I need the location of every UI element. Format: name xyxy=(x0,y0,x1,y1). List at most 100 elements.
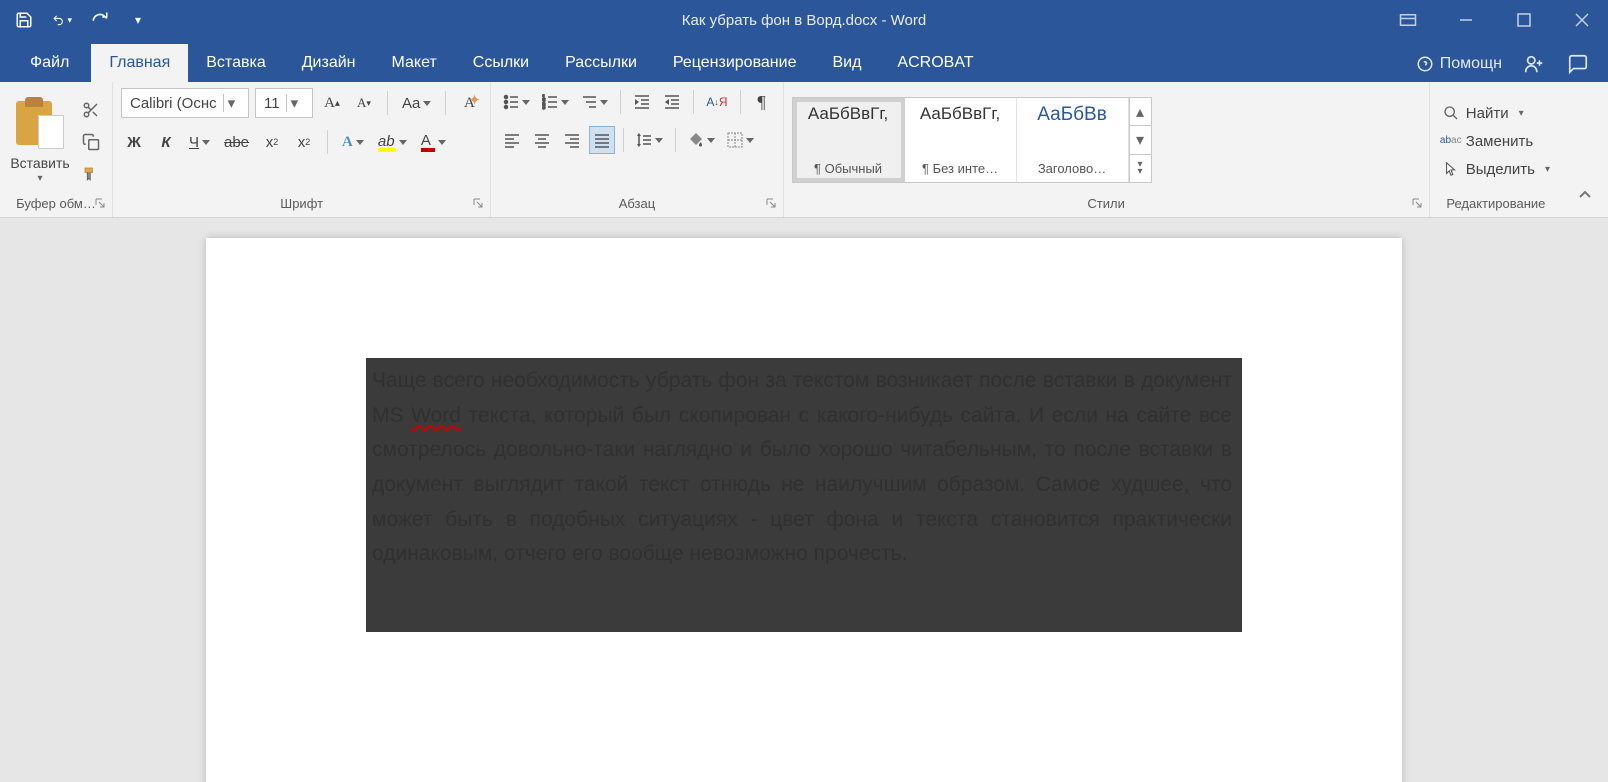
group-styles-label: Стили xyxy=(792,192,1421,217)
save-button[interactable] xyxy=(14,10,34,30)
paste-icon xyxy=(16,97,64,149)
styles-expand[interactable]: ▾▾ xyxy=(1130,155,1151,182)
qat-customize-button[interactable]: ▾ xyxy=(128,10,148,30)
comments-button[interactable] xyxy=(1566,52,1590,76)
style-name: ¶ Без инте… xyxy=(911,161,1010,176)
window-title: Как убрать фон в Ворд.docx - Word xyxy=(682,12,926,29)
cursor-icon xyxy=(1442,160,1460,178)
search-icon xyxy=(1442,104,1460,122)
document-text[interactable]: Чаще всего необходимость убрать фон за т… xyxy=(366,358,1242,632)
ribbon: Вставить ▾ Буфер обм… xyxy=(0,82,1608,218)
bullets-button[interactable] xyxy=(499,88,534,116)
style-no-spacing[interactable]: АаБбВвГг, ¶ Без инте… xyxy=(905,98,1017,182)
replace-button[interactable]: abac Заменить xyxy=(1438,130,1554,152)
select-button[interactable]: Выделить ▾ xyxy=(1438,158,1554,180)
italic-button[interactable]: К xyxy=(153,128,179,156)
ribbon-tab-bar: Файл Главная Вставка Дизайн Макет Ссылки… xyxy=(0,40,1608,82)
replace-label: Заменить xyxy=(1466,133,1533,150)
justify-button[interactable] xyxy=(589,126,615,154)
collapse-ribbon-button[interactable] xyxy=(1572,181,1598,209)
tab-home[interactable]: Главная xyxy=(91,44,188,82)
tab-file[interactable]: Файл xyxy=(12,44,91,82)
style-preview: АаБбВвГг, xyxy=(911,104,1010,124)
paste-label: Вставить xyxy=(8,155,72,171)
tell-me-label: Помощн xyxy=(1440,55,1502,73)
borders-button[interactable] xyxy=(723,126,758,154)
text-misspelled: Word xyxy=(411,404,461,427)
cut-button[interactable] xyxy=(78,99,104,121)
group-clipboard-label: Буфер обм… xyxy=(8,192,104,217)
tab-acrobat[interactable]: ACROBAT xyxy=(879,44,991,82)
share-button[interactable] xyxy=(1522,52,1546,76)
paste-button[interactable]: Вставить ▾ xyxy=(8,97,72,184)
page[interactable]: Чаще всего необходимость убрать фон за т… xyxy=(206,238,1402,782)
group-font: Calibri (Оснс ▾ 11 ▾ A▴ A▾ Aa A✦ xyxy=(113,82,491,217)
align-left-button[interactable] xyxy=(499,126,525,154)
chevron-down-icon[interactable]: ▾ xyxy=(223,94,236,112)
font-size-value: 11 xyxy=(264,95,280,112)
text-effects-button[interactable]: A xyxy=(338,128,368,156)
font-dialog-launcher[interactable] xyxy=(472,197,486,211)
superscript-button[interactable]: x2 xyxy=(291,128,317,156)
styles-scroll-up[interactable]: ▴ xyxy=(1130,98,1151,126)
font-color-button[interactable]: A xyxy=(417,128,450,156)
numbering-button[interactable]: 123 xyxy=(538,88,573,116)
tab-design[interactable]: Дизайн xyxy=(284,44,374,82)
decrease-indent-button[interactable] xyxy=(629,88,655,116)
font-name-combo[interactable]: Calibri (Оснс ▾ xyxy=(121,88,249,118)
tab-insert[interactable]: Вставка xyxy=(188,44,283,82)
text-segment: текста, который был скопирован с какого-… xyxy=(372,404,1232,566)
ribbon-display-button[interactable] xyxy=(1390,6,1426,34)
document-area[interactable]: Чаще всего необходимость убрать фон за т… xyxy=(0,218,1608,782)
close-button[interactable] xyxy=(1564,6,1600,34)
redo-button[interactable] xyxy=(90,10,110,30)
styles-gallery: АаБбВвГг, ¶ Обычный АаБбВвГг, ¶ Без инте… xyxy=(792,97,1152,183)
paragraph-dialog-launcher[interactable] xyxy=(765,197,779,211)
align-center-button[interactable] xyxy=(529,126,555,154)
tell-me-search[interactable]: Помощн xyxy=(1416,55,1502,73)
subscript-button[interactable]: x2 xyxy=(259,128,285,156)
title-bar: ▾ ▾ Как убрать фон в Ворд.docx - Word xyxy=(0,0,1608,40)
highlight-button[interactable]: ab xyxy=(374,128,411,156)
group-paragraph-label: Абзац xyxy=(499,192,774,217)
shrink-font-button[interactable]: A▾ xyxy=(351,89,377,117)
underline-button[interactable]: Ч xyxy=(185,128,214,156)
select-label: Выделить xyxy=(1466,161,1535,178)
replace-icon: abac xyxy=(1442,132,1460,150)
tab-references[interactable]: Ссылки xyxy=(455,44,547,82)
bold-button[interactable]: Ж xyxy=(121,128,147,156)
group-paragraph: 123 А↓Я xyxy=(491,82,783,217)
change-case-button[interactable]: Aa xyxy=(398,89,435,117)
clipboard-dialog-launcher[interactable] xyxy=(94,197,108,211)
styles-dialog-launcher[interactable] xyxy=(1411,197,1425,211)
tab-mailings[interactable]: Рассылки xyxy=(547,44,655,82)
multilevel-list-button[interactable] xyxy=(577,88,612,116)
undo-button[interactable]: ▾ xyxy=(52,10,72,30)
style-normal[interactable]: АаБбВвГг, ¶ Обычный xyxy=(793,98,905,182)
maximize-button[interactable] xyxy=(1506,6,1542,34)
font-size-combo[interactable]: 11 ▾ xyxy=(255,88,313,118)
sort-button[interactable]: А↓Я xyxy=(702,88,731,116)
grow-font-button[interactable]: A▴ xyxy=(319,89,345,117)
shading-button[interactable] xyxy=(684,126,719,154)
chevron-down-icon[interactable]: ▾ xyxy=(286,94,299,112)
show-marks-button[interactable]: ¶ xyxy=(749,88,775,116)
minimize-button[interactable] xyxy=(1448,6,1484,34)
style-heading1[interactable]: АаБбВв Заголово… xyxy=(1017,98,1129,182)
find-button[interactable]: Найти ▾ xyxy=(1438,102,1554,124)
tab-view[interactable]: Вид xyxy=(814,44,879,82)
strikethrough-button[interactable]: abe xyxy=(220,128,253,156)
clear-formatting-button[interactable]: A✦ xyxy=(456,89,482,117)
tab-layout[interactable]: Макет xyxy=(374,44,455,82)
format-painter-button[interactable] xyxy=(78,163,104,185)
style-name: Заголово… xyxy=(1023,161,1122,176)
group-clipboard: Вставить ▾ Буфер обм… xyxy=(0,82,113,217)
tab-review[interactable]: Рецензирование xyxy=(655,44,815,82)
styles-scroll-down[interactable]: ▾ xyxy=(1130,126,1151,154)
align-right-button[interactable] xyxy=(559,126,585,154)
group-editing-label: Редактирование xyxy=(1438,192,1554,217)
find-label: Найти xyxy=(1466,105,1509,122)
line-spacing-button[interactable] xyxy=(632,126,667,154)
copy-button[interactable] xyxy=(78,131,104,153)
increase-indent-button[interactable] xyxy=(659,88,685,116)
